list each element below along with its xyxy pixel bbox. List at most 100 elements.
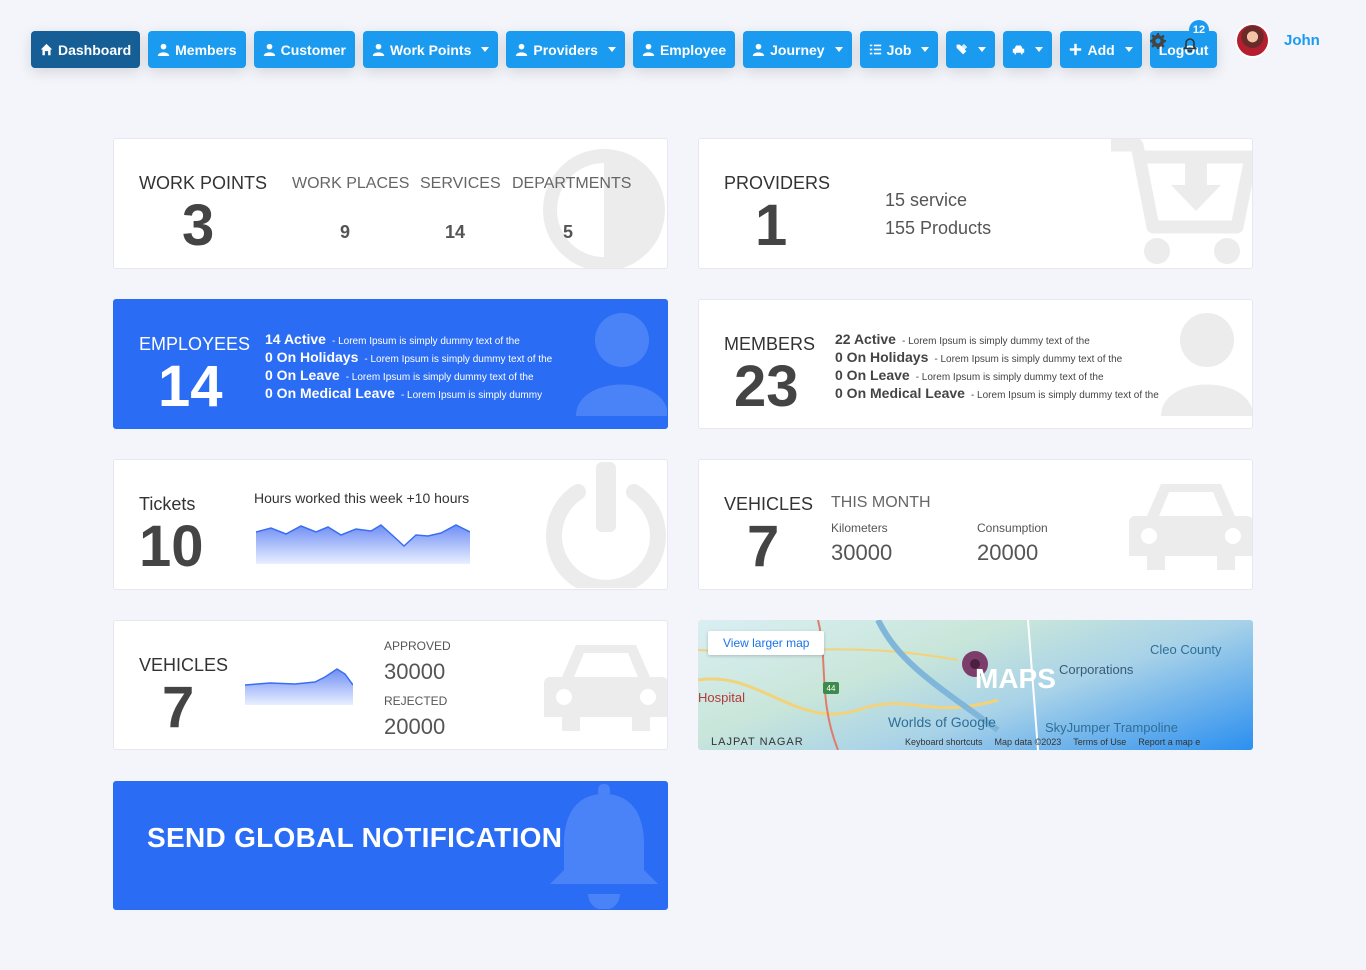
employees-holidays: 0 On Holidays - Lorem Ipsum is simply dum… bbox=[265, 349, 552, 365]
report-link[interactable]: Report a map e bbox=[1138, 737, 1200, 747]
nav-job[interactable]: Job bbox=[859, 31, 939, 68]
vehicles-status-card[interactable]: VEHICLES 7 APPROVED 30000 REJECTED 20000 bbox=[113, 620, 668, 750]
providers-label: PROVIDERS bbox=[724, 173, 831, 193]
car-icon bbox=[1129, 484, 1252, 570]
user-icon bbox=[576, 313, 667, 416]
nav-tools[interactable] bbox=[946, 31, 996, 68]
workpoints-value: 3 bbox=[182, 193, 215, 258]
status-label: 0 On Holidays bbox=[265, 349, 359, 365]
chevron-down-icon bbox=[607, 47, 616, 52]
status-label: 22 Active bbox=[835, 331, 896, 347]
user-icon bbox=[752, 43, 765, 56]
user-icon bbox=[157, 43, 170, 56]
nav-dashboard[interactable]: Dashboard bbox=[31, 31, 141, 68]
employees-medical: 0 On Medical Leave - Lorem Ipsum is simpl… bbox=[265, 385, 542, 401]
members-card[interactable]: MEMBERS 23 22 Active - Lorem Ipsum is sim… bbox=[698, 299, 1253, 429]
map-place: LAJPAT NAGAR bbox=[711, 736, 804, 748]
nav-members[interactable]: Members bbox=[148, 31, 246, 68]
nav-customer[interactable]: Customer bbox=[253, 31, 355, 68]
workpoints-card[interactable]: WORK POINTS 3 WORK PLACES 9 SERVICES 14 … bbox=[113, 138, 668, 269]
employees-leave: 0 On Leave - Lorem Ipsum is simply dummy … bbox=[265, 367, 534, 383]
hours-sparkline bbox=[256, 524, 470, 564]
tickets-label: Tickets bbox=[139, 494, 196, 514]
chevron-down-icon bbox=[834, 47, 843, 52]
map-place: Worlds of Google bbox=[888, 714, 996, 730]
nav-label: Job bbox=[886, 41, 912, 58]
nav-vehicles[interactable] bbox=[1003, 31, 1053, 68]
map-footer: Keyboard shortcuts Map data ©2023 Terms … bbox=[905, 737, 1200, 747]
username[interactable]: John bbox=[1284, 32, 1320, 49]
providers-value: 1 bbox=[755, 193, 788, 258]
status-note: - Lorem Ipsum is simply dummy text of th… bbox=[970, 390, 1159, 401]
nav-work-points[interactable]: Work Points bbox=[362, 31, 499, 68]
members-leave: 0 On Leave - Lorem Ipsum is simply dummy … bbox=[835, 367, 1104, 383]
send-notification-button[interactable]: SEND GLOBAL NOTIFICATION bbox=[147, 822, 562, 854]
status-label: 0 On Medical Leave bbox=[265, 385, 395, 401]
status-note: - Lorem Ipsum is simply dummy text of th… bbox=[915, 372, 1104, 383]
user-icon bbox=[642, 43, 655, 56]
maps-title: MAPS bbox=[975, 663, 1056, 694]
plus-icon bbox=[1070, 43, 1082, 56]
view-larger-map-link[interactable]: View larger map bbox=[708, 631, 825, 655]
vehicles-month-card[interactable]: VEHICLES 7 THIS MONTH Kilometers 30000 C… bbox=[698, 459, 1253, 590]
status-label: 14 Active bbox=[265, 331, 326, 347]
employees-label: EMPLOYEES bbox=[139, 334, 251, 354]
providers-card[interactable]: PROVIDERS 1 15 service 155 Products bbox=[698, 138, 1253, 269]
nav-label: Employee bbox=[659, 41, 727, 58]
nav-providers[interactable]: Providers bbox=[506, 31, 625, 68]
status-note: - Lorem Ipsum is simply dummy text of th… bbox=[934, 354, 1123, 365]
members-label: MEMBERS bbox=[724, 334, 816, 354]
nav-journey[interactable]: Journey bbox=[743, 31, 852, 68]
home-icon bbox=[40, 43, 53, 56]
chevron-down-icon bbox=[1035, 47, 1044, 52]
avatar[interactable] bbox=[1237, 25, 1268, 56]
employees-card[interactable]: EMPLOYEES 14 14 Active - Lorem Ipsum is s… bbox=[113, 299, 668, 429]
power-icon bbox=[546, 462, 666, 588]
map-place: Cleo County bbox=[1150, 642, 1222, 657]
user-icon bbox=[372, 43, 385, 56]
workpoints-label: WORK POINTS bbox=[139, 173, 268, 193]
employees-value: 14 bbox=[158, 354, 223, 419]
services-label: SERVICES bbox=[420, 175, 501, 192]
status-label: 0 On Medical Leave bbox=[835, 385, 965, 401]
nav-label: Customer bbox=[280, 41, 346, 58]
status-label: 0 On Holidays bbox=[835, 349, 929, 365]
user-icon bbox=[263, 43, 275, 56]
rejected-label: REJECTED bbox=[384, 694, 448, 708]
main-nav: Dashboard Members Customer Work Points P… bbox=[31, 31, 1218, 68]
chevron-down-icon bbox=[921, 47, 930, 52]
nav-label: Dashboard bbox=[58, 41, 132, 58]
map-card[interactable]: 44 View larger map Hospital LAJPAT NAGAR… bbox=[698, 620, 1253, 750]
chevron-down-icon bbox=[481, 47, 490, 52]
pie-chart-icon bbox=[543, 149, 665, 268]
period-label: THIS MONTH bbox=[831, 494, 931, 511]
road-number: 44 bbox=[827, 684, 836, 693]
workplaces-value: 9 bbox=[340, 222, 351, 242]
vehicles-label: VEHICLES bbox=[724, 494, 814, 514]
rejected-value: 20000 bbox=[384, 714, 446, 739]
approved-value: 30000 bbox=[384, 659, 446, 684]
send-notification-card[interactable]: SEND GLOBAL NOTIFICATION bbox=[113, 781, 668, 910]
workplaces-label: WORK PLACES bbox=[292, 175, 410, 192]
providers-services: 15 service bbox=[885, 190, 968, 210]
keyboard-shortcuts-link[interactable]: Keyboard shortcuts bbox=[905, 737, 983, 747]
tickets-card[interactable]: Tickets 10 Hours worked this week +10 ho… bbox=[113, 459, 668, 590]
status-note: - Lorem Ipsum is simply dummy text of th… bbox=[331, 336, 520, 347]
tools-icon bbox=[957, 43, 968, 55]
members-medical: 0 On Medical Leave - Lorem Ipsum is simpl… bbox=[835, 385, 1159, 401]
gear-icon[interactable] bbox=[1150, 32, 1166, 49]
vehicles-value: 7 bbox=[747, 514, 780, 579]
user-icon bbox=[1161, 313, 1252, 416]
user-area: 12 John bbox=[1150, 19, 1320, 56]
bell-icon bbox=[550, 784, 658, 909]
nav-add[interactable]: Add bbox=[1060, 31, 1142, 68]
vehicles-value: 7 bbox=[162, 675, 195, 740]
terms-link[interactable]: Terms of Use bbox=[1073, 737, 1126, 747]
cart-download-icon bbox=[1111, 139, 1252, 264]
notifications[interactable]: 12 bbox=[1182, 19, 1209, 52]
members-value: 23 bbox=[734, 354, 799, 419]
nav-employee[interactable]: Employee bbox=[632, 31, 736, 68]
departments-value: 5 bbox=[563, 222, 574, 242]
nav-label: Providers bbox=[533, 41, 598, 58]
nav-label: Journey bbox=[770, 41, 825, 58]
